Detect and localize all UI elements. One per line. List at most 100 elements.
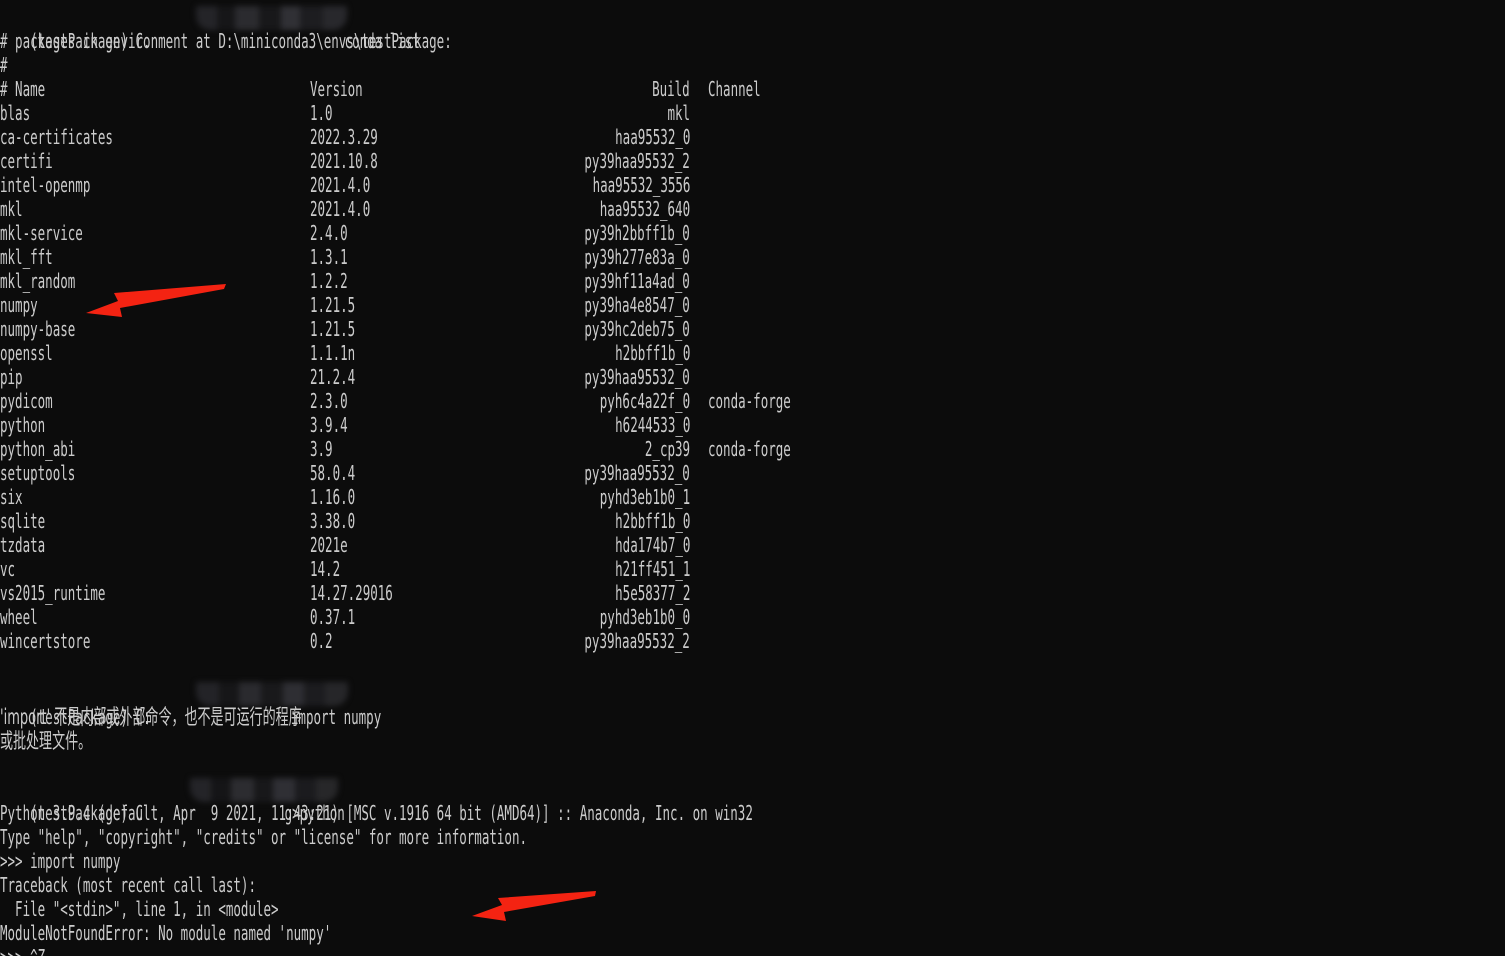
table-row: wincertstore 0.2 py39haa95532_2 xyxy=(0,629,1505,653)
table-row: setuptools 58.0.4 py39haa95532_0 xyxy=(0,461,1505,485)
package-version: 2.4.0 xyxy=(310,221,348,245)
package-version: 1.1.1n xyxy=(310,341,356,365)
package-version: 1.21.5 xyxy=(310,317,356,341)
package-channel: conda-forge xyxy=(708,437,791,461)
package-version: 14.2 xyxy=(310,557,341,581)
column-header-channel: Channel xyxy=(708,77,761,101)
package-name: tzdata xyxy=(0,533,46,557)
package-build: py39haa95532_2 xyxy=(584,629,690,653)
package-build: haa95532_3556 xyxy=(592,173,690,197)
table-row: sqlite 3.38.0 h2bbff1b_0 xyxy=(0,509,1505,533)
package-version: 58.0.4 xyxy=(310,461,356,485)
traceback-module-not-found-error: ModuleNotFoundError: No module named 'nu… xyxy=(0,921,332,945)
package-name: certifi xyxy=(0,149,53,173)
table-row: numpy-base 1.21.5 py39hc2deb75_0 xyxy=(0,317,1505,341)
column-header-name: # Name xyxy=(0,77,46,101)
table-row: python 3.9.4 h6244533_0 xyxy=(0,413,1505,437)
package-name: mkl-service xyxy=(0,221,83,245)
package-build: pyhd3eb1b0_1 xyxy=(599,485,690,509)
package-name: python xyxy=(0,413,46,437)
package-build: haa95532_640 xyxy=(599,197,690,221)
package-version: 2022.3.29 xyxy=(310,125,378,149)
package-name: pydicom xyxy=(0,389,53,413)
table-row: certifi 2021.10.8 py39haa95532_2 xyxy=(0,149,1505,173)
package-version: 0.37.1 xyxy=(310,605,356,629)
package-name: python_abi xyxy=(0,437,76,461)
table-row: tzdata 2021e hda174b7_0 xyxy=(0,533,1505,557)
redacted-path-2 xyxy=(196,682,348,706)
package-build: h2bbff1b_0 xyxy=(614,341,690,365)
package-name: six xyxy=(0,485,23,509)
python-version-banner: Python 3.9.4 (default, Apr 9 2021, 11:43… xyxy=(0,801,753,825)
package-channel: conda-forge xyxy=(708,389,791,413)
package-name: intel-openmp xyxy=(0,173,91,197)
package-name: vc xyxy=(0,557,16,581)
table-row: vc 14.2 h21ff451_1 xyxy=(0,557,1505,581)
package-version: 1.3.1 xyxy=(310,245,348,269)
package-version: 2021.4.0 xyxy=(310,173,371,197)
package-name: openssl xyxy=(0,341,53,365)
package-name: wheel xyxy=(0,605,38,629)
package-build: h5e58377_2 xyxy=(614,581,690,605)
comment-separator: # xyxy=(0,53,8,77)
package-build: mkl xyxy=(667,101,690,125)
package-build: py39h2bbff1b_0 xyxy=(584,221,690,245)
package-version: 3.38.0 xyxy=(310,509,356,533)
package-build: py39haa95532_0 xyxy=(584,461,690,485)
python-help-banner: Type "help", "copyright", "credits" or "… xyxy=(0,825,528,849)
package-build: py39hf11a4ad_0 xyxy=(584,269,690,293)
redacted-path-3 xyxy=(190,778,338,802)
package-version: 2021.4.0 xyxy=(310,197,371,221)
package-version: 14.27.29016 xyxy=(310,581,393,605)
table-row: six 1.16.0 pyhd3eb1b0_1 xyxy=(0,485,1505,509)
package-name: blas xyxy=(0,101,31,125)
package-name: vs2015_runtime xyxy=(0,581,106,605)
table-row: blas 1.0 mkl xyxy=(0,101,1505,125)
table-header-row: # Name Version Build Channel xyxy=(0,77,1505,101)
package-version: 21.2.4 xyxy=(310,365,356,389)
package-version: 3.9.4 xyxy=(310,413,348,437)
package-build: py39haa95532_0 xyxy=(584,365,690,389)
error-message-cn-line1: 'import' 不是内部或外部命令，也不是可运行的程序 xyxy=(0,705,302,729)
table-row: pydicom 2.3.0 pyh6c4a22f_0 conda-forge xyxy=(0,389,1505,413)
package-version: 2021e xyxy=(310,533,348,557)
redacted-path-1 xyxy=(196,6,347,30)
package-version: 3.9 xyxy=(310,437,333,461)
package-version: 1.21.5 xyxy=(310,293,356,317)
terminal-window[interactable]: (testPackage) C. conda list # packages in… xyxy=(0,0,1505,956)
traceback-header: Traceback (most recent call last): xyxy=(0,873,256,897)
package-build: h21ff451_1 xyxy=(614,557,690,581)
package-name: numpy xyxy=(0,293,38,317)
table-row: mkl_fft 1.3.1 py39h277e83a_0 xyxy=(0,245,1505,269)
package-build: 2_cp39 xyxy=(644,437,690,461)
packages-environment-comment: # packages in environment at D:\minicond… xyxy=(0,29,452,53)
table-row: ca-certificates 2022.3.29 haa95532_0 xyxy=(0,125,1505,149)
table-row: numpy 1.21.5 py39ha4e8547_0 xyxy=(0,293,1505,317)
table-row: vs2015_runtime 14.27.29016 h5e58377_2 xyxy=(0,581,1505,605)
package-version: 1.0 xyxy=(310,101,333,125)
table-row: wheel 0.37.1 pyhd3eb1b0_0 xyxy=(0,605,1505,629)
table-row: mkl-service 2.4.0 py39h2bbff1b_0 xyxy=(0,221,1505,245)
package-version: 1.16.0 xyxy=(310,485,356,509)
package-name: pip xyxy=(0,365,23,389)
package-build: py39h277e83a_0 xyxy=(584,245,690,269)
package-name: sqlite xyxy=(0,509,46,533)
package-build: pyh6c4a22f_0 xyxy=(599,389,690,413)
package-build: h6244533_0 xyxy=(614,413,690,437)
package-name: mkl_random xyxy=(0,269,76,293)
package-build: haa95532_0 xyxy=(614,125,690,149)
table-row: pip 21.2.4 py39haa95532_0 xyxy=(0,365,1505,389)
package-version: 2021.10.8 xyxy=(310,149,378,173)
package-version: 1.2.2 xyxy=(310,269,348,293)
package-name: numpy-base xyxy=(0,317,76,341)
python-prompt-eof: >>> ^Z xyxy=(0,945,1501,956)
column-header-build: Build xyxy=(652,77,690,101)
column-header-version: Version xyxy=(310,77,363,101)
traceback-file-line: File "<stdin>", line 1, in <module> xyxy=(0,897,279,921)
package-name: ca-certificates xyxy=(0,125,113,149)
package-name: mkl xyxy=(0,197,23,221)
package-version: 0.2 xyxy=(310,629,333,653)
package-version: 2.3.0 xyxy=(310,389,348,413)
table-row: openssl 1.1.1n h2bbff1b_0 xyxy=(0,341,1505,365)
table-row: mkl 2021.4.0 haa95532_640 xyxy=(0,197,1505,221)
